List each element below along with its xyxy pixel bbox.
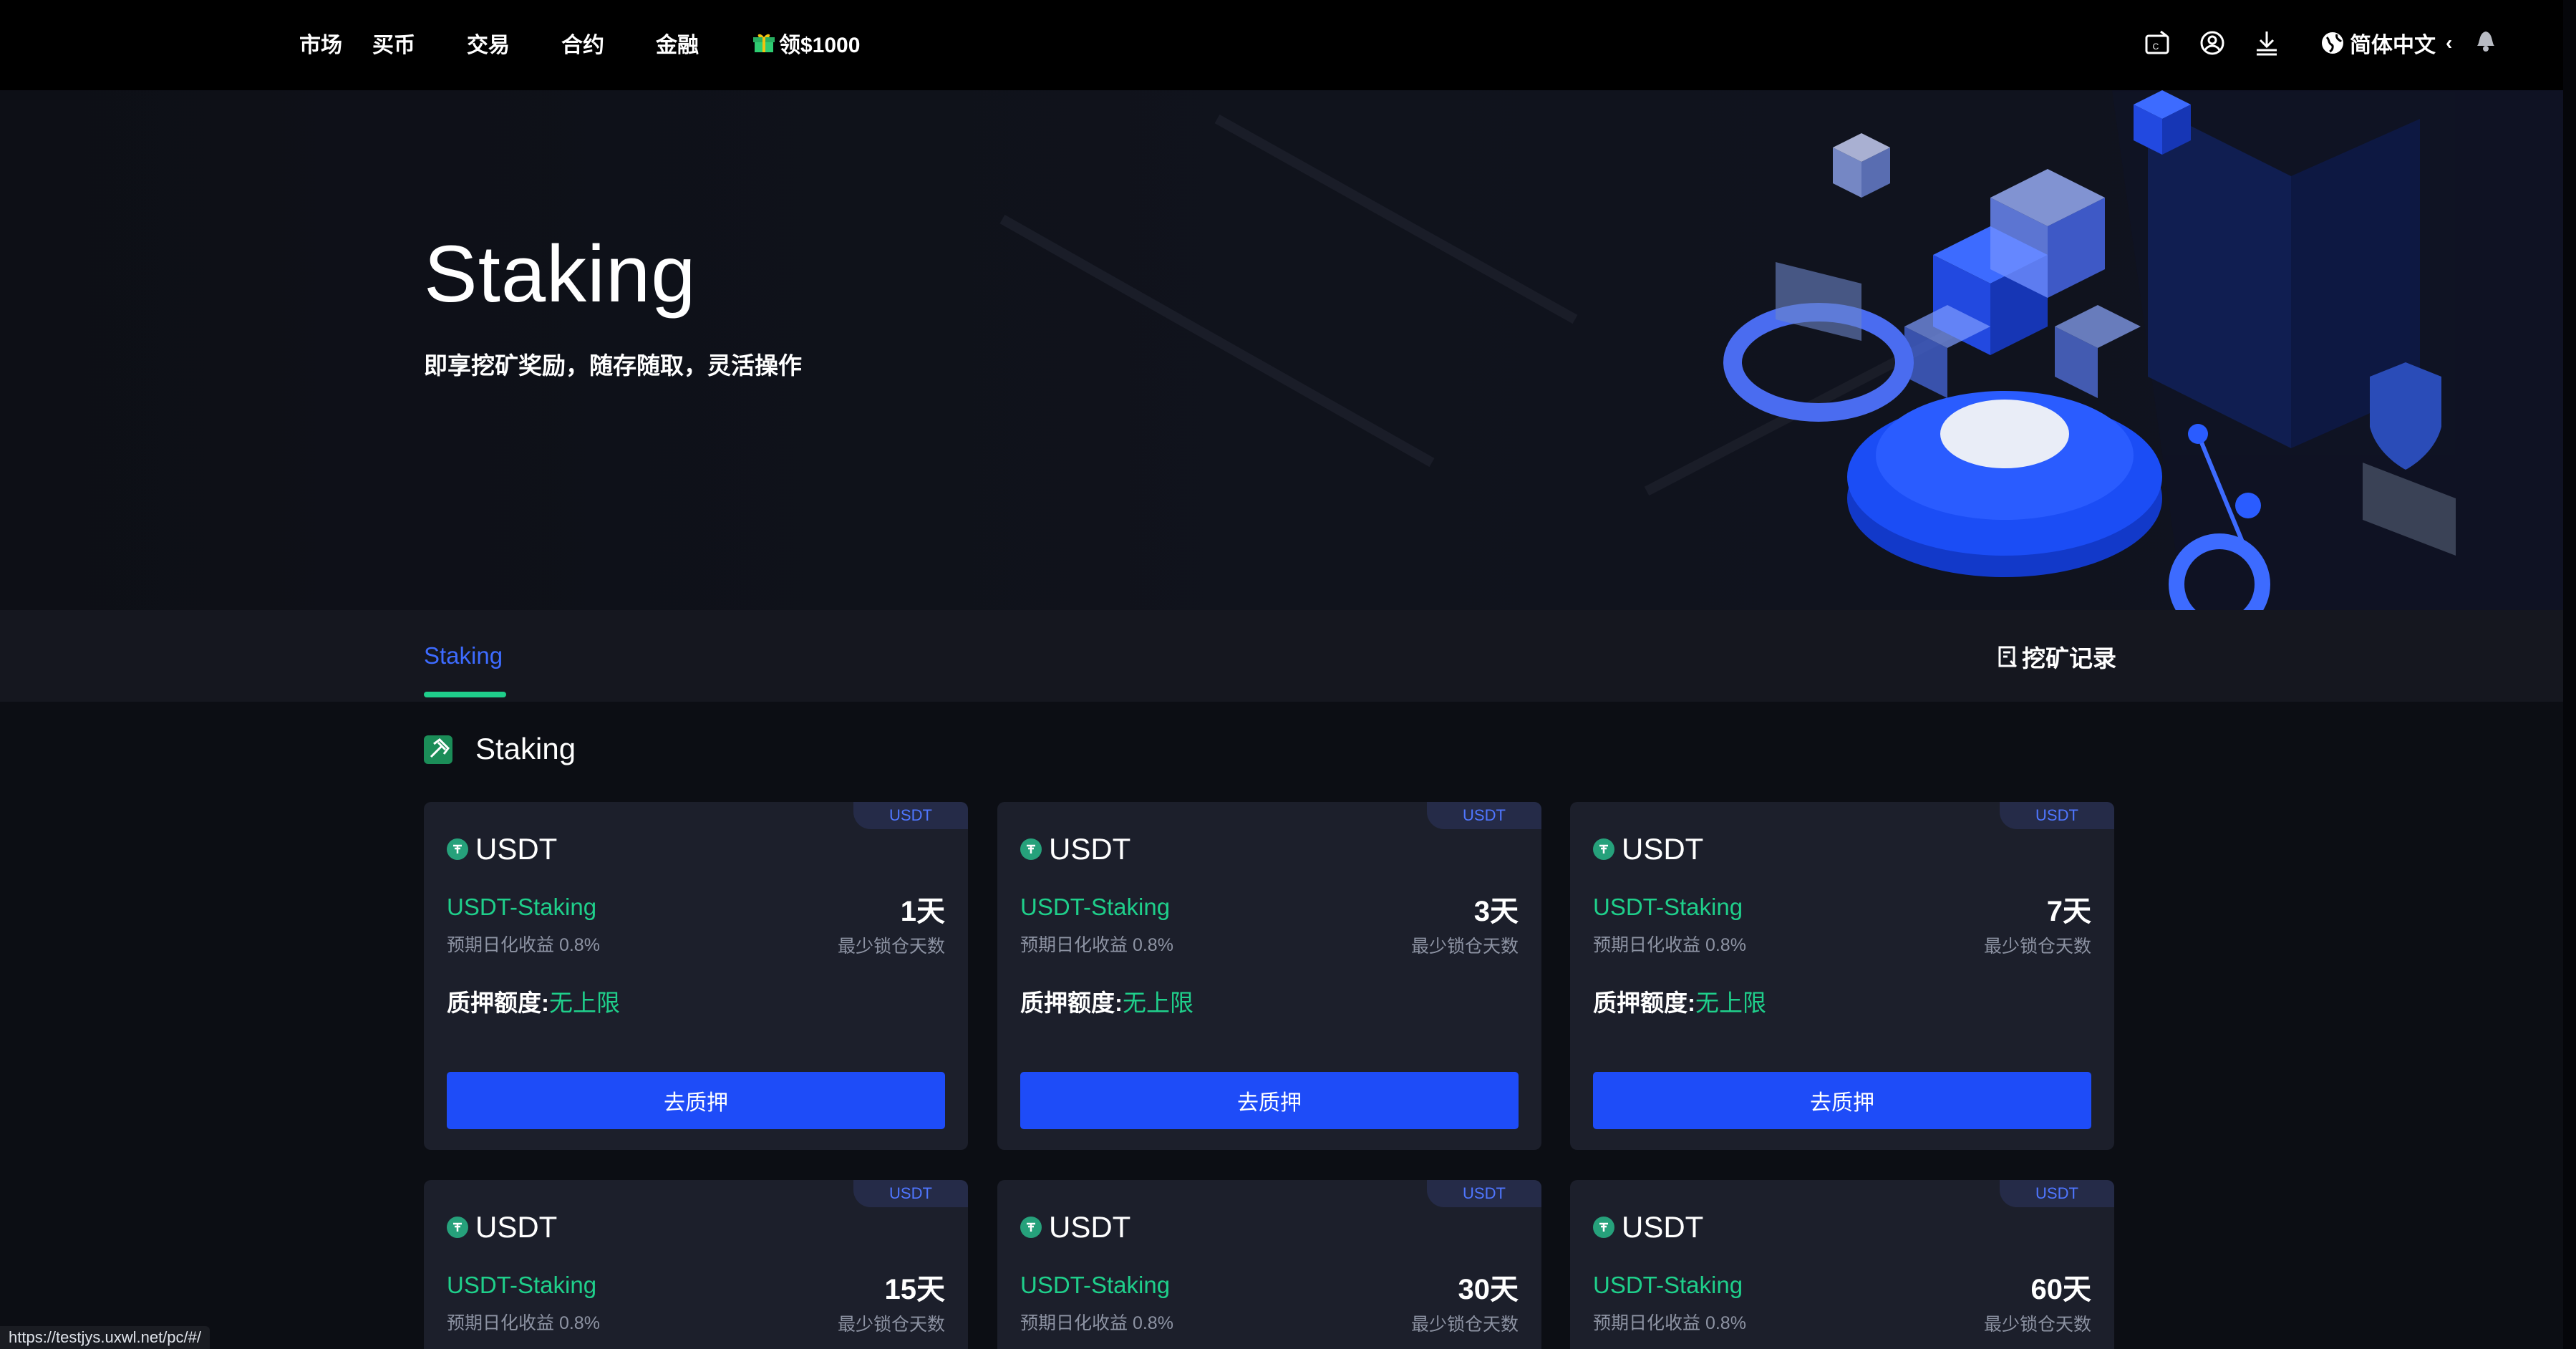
wallet-icon[interactable]: C [2142,27,2174,59]
nav-trade[interactable]: 交易 [467,0,510,86]
coin-header: USDT [447,832,557,866]
lock-days: 30天 [1458,1274,1519,1305]
hero-title: Staking [424,229,697,319]
lock-days-label: 最少锁仓天数 [1983,1315,2091,1335]
usdt-icon [1593,1217,1614,1238]
mining-record-link[interactable]: 挖矿记录 [1998,639,2116,674]
coin-tag: USDT [853,1180,968,1207]
coin-tag: USDT [853,802,968,829]
coin-header: USDT [1593,1210,1703,1244]
expected-yield: 预期日化收益 0.8% [1020,1313,1173,1333]
staking-card: USDT USDT USDT-Staking 1天 预期日化收益 0.8% 最少… [424,802,968,1150]
coin-header: USDT [1020,1210,1130,1244]
usdt-icon [1020,1217,1042,1238]
lock-days-label: 最少锁仓天数 [837,937,945,957]
stake-limit-label: 质押额度: [1020,990,1123,1016]
coin-tag: USDT [2000,802,2114,829]
staking-card: USDT USDT USDT-Staking 7天 预期日化收益 0.8% 最少… [1570,802,2114,1150]
product-name: USDT-Staking [1593,1272,1743,1298]
stake-limit: 质押额度:无上限 [447,984,620,1018]
stake-limit-value: 无上限 [549,990,620,1016]
product-name: USDT-Staking [1593,894,1743,920]
stake-limit: 质押额度:无上限 [1593,984,1766,1018]
lock-days-label: 最少锁仓天数 [1410,937,1519,957]
bell-icon[interactable] [2473,26,2499,54]
lock-days: 7天 [2046,896,2091,927]
nav-promo[interactable]: 领$1000 [753,0,860,86]
product-name: USDT-Staking [447,894,597,920]
usdt-icon [1020,838,1042,860]
product-name: USDT-Staking [1020,894,1171,920]
coin-header: USDT [1020,832,1130,866]
expected-yield: 预期日化收益 0.8% [1593,1313,1746,1333]
hero-subtitle: 即享挖矿奖励，随存随取，灵活操作 [424,352,802,379]
staking-card: USDT USDT USDT-Staking 60天 预期日化收益 0.8% 最… [1570,1180,2114,1349]
coin-tag: USDT [1427,1180,1541,1207]
staking-card: USDT USDT USDT-Staking 15天 预期日化收益 0.8% 最… [424,1180,968,1349]
stake-limit-value: 无上限 [1695,990,1766,1016]
lock-days: 60天 [2030,1274,2092,1305]
staking-card: USDT USDT USDT-Staking 3天 预期日化收益 0.8% 最少… [997,802,1541,1150]
product-name: USDT-Staking [447,1272,597,1298]
coin-name: USDT [1622,832,1704,866]
coin-name: USDT [1049,1210,1131,1244]
lock-days: 1天 [900,896,945,927]
expected-yield: 预期日化收益 0.8% [1020,935,1173,955]
nav-finance[interactable]: 金融 [656,0,699,86]
lock-days-label: 最少锁仓天数 [837,1315,945,1335]
stake-button[interactable]: 去质押 [1593,1072,2091,1129]
stake-limit-label: 质押额度: [1593,990,1695,1016]
staking-section-icon [424,735,452,764]
coin-name: USDT [1049,832,1131,866]
globe-icon [2322,32,2343,54]
gift-icon [753,32,775,54]
coin-name: USDT [475,1210,558,1244]
usdt-icon [447,1217,468,1238]
staking-card: USDT USDT USDT-Staking 30天 预期日化收益 0.8% 最… [997,1180,1541,1349]
expected-yield: 预期日化收益 0.8% [447,1313,600,1333]
language-selector[interactable]: 简体中文 ‹ [2320,0,2452,86]
hero-decoration [999,90,2576,610]
coin-tag: USDT [1427,802,1541,829]
tab-staking[interactable]: Staking [424,642,503,669]
svg-text:C: C [2153,42,2159,52]
lock-days-label: 最少锁仓天数 [1983,937,2091,957]
user-icon[interactable] [2197,27,2228,59]
product-name: USDT-Staking [1020,1272,1171,1298]
lock-days: 15天 [884,1274,946,1305]
usdt-icon [447,838,468,860]
chevron-left-icon: ‹ [2446,32,2453,54]
hero-banner [0,90,2576,610]
expected-yield: 预期日化收益 0.8% [447,935,600,955]
usdt-icon [1593,838,1614,860]
stake-limit-value: 无上限 [1123,990,1193,1016]
lock-days-label: 最少锁仓天数 [1410,1315,1519,1335]
stake-button[interactable]: 去质押 [447,1072,945,1129]
tab-bar [0,610,2576,702]
stake-button[interactable]: 去质押 [1020,1072,1519,1129]
section-title: Staking [475,732,576,765]
expected-yield: 预期日化收益 0.8% [1593,935,1746,955]
coin-tag: USDT [2000,1180,2114,1207]
mining-record-label: 挖矿记录 [2022,645,2116,672]
language-label: 简体中文 [2350,34,2436,57]
stake-limit-label: 质押额度: [447,990,549,1016]
lock-days: 3天 [1473,896,1519,927]
window-edge [2563,0,2576,1349]
status-bar-url: https://testjys.uxwl.net/pc/#/ [0,1326,210,1349]
coin-name: USDT [1622,1210,1704,1244]
coin-name: USDT [475,832,558,866]
coin-header: USDT [1593,832,1703,866]
promo-label: 领$1000 [779,34,861,57]
nav-buy-coin[interactable]: 买币 [372,0,415,86]
coin-header: USDT [447,1210,557,1244]
nav-contract[interactable]: 合约 [561,0,604,86]
tab-active-indicator [424,692,506,697]
nav-market[interactable]: 市场 [299,0,342,86]
stake-limit: 质押额度:无上限 [1020,984,1193,1018]
download-icon[interactable] [2251,27,2282,59]
record-icon [1998,646,2018,668]
